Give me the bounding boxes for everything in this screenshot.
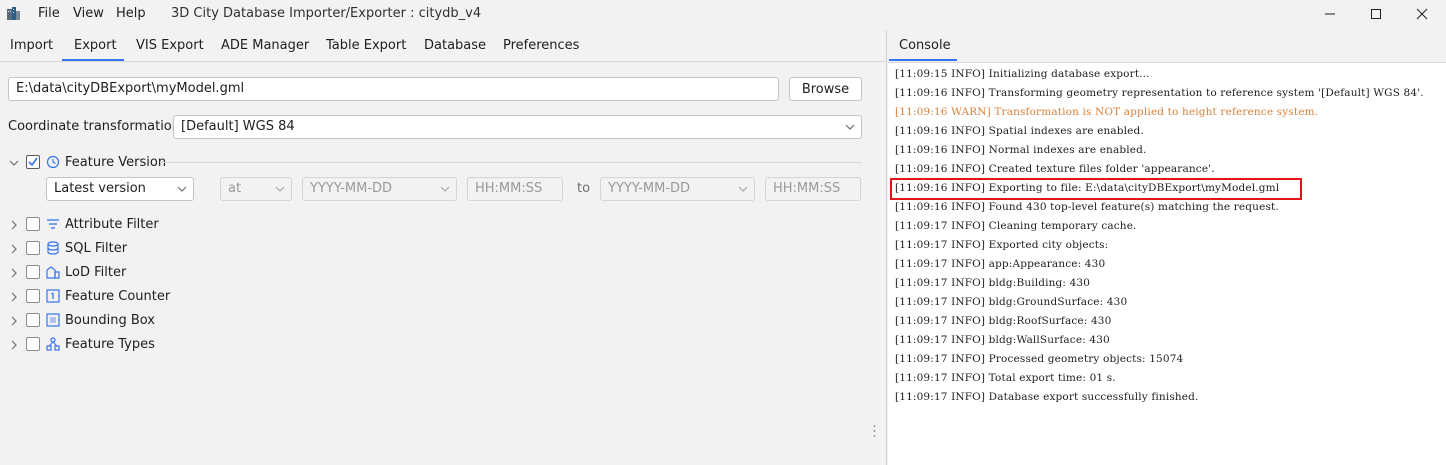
feature-version-label: Feature Version	[65, 155, 167, 170]
console-line: [11:09:17 INFO] Database export successf…	[895, 391, 1199, 403]
menu-view[interactable]: View	[73, 6, 104, 21]
console-line: [11:09:16 INFO] Transforming geometry re…	[895, 87, 1424, 99]
console-line: [11:09:17 INFO] Processed geometry objec…	[895, 353, 1184, 365]
attribute-filter-checkbox[interactable]	[26, 217, 40, 231]
coord-transformation-select[interactable]: [Default] WGS 84	[173, 115, 862, 139]
coord-transformation-value: [Default] WGS 84	[181, 119, 295, 134]
console-tab-indicator	[889, 59, 957, 61]
chevron-right-icon[interactable]	[9, 292, 19, 302]
lod-icon	[46, 266, 60, 279]
feature-types-label: Feature Types	[65, 337, 155, 352]
tab-import[interactable]: Import	[10, 38, 53, 53]
at-select-value: at	[228, 181, 242, 196]
highlight-box	[890, 178, 1302, 200]
section-divider	[160, 162, 862, 163]
console-line: [11:09:16 INFO] Normal indexes are enabl…	[895, 144, 1147, 156]
main-tabbar: Import Export VIS Export ADE Manager Tab…	[0, 30, 886, 62]
feature-types-icon	[46, 337, 60, 351]
to-label: to	[577, 181, 591, 196]
maximize-button[interactable]	[1353, 0, 1399, 28]
start-time-input[interactable]: HH:MM:SS	[467, 177, 563, 201]
tab-console[interactable]: Console	[899, 38, 951, 53]
clock-history-icon	[46, 155, 60, 169]
console-line: [11:09:17 INFO] bldg:Building: 430	[895, 277, 1091, 289]
lod-filter-checkbox[interactable]	[26, 265, 40, 279]
output-file-input[interactable]: E:\data\cityDBExport\myModel.gml	[8, 77, 779, 101]
tab-vis-export[interactable]: VIS Export	[136, 38, 204, 53]
sql-filter-label: SQL Filter	[65, 241, 128, 256]
close-icon	[1416, 8, 1428, 20]
chevron-right-icon[interactable]	[9, 316, 19, 326]
tab-export[interactable]: Export	[74, 38, 117, 53]
chevron-down-icon	[177, 186, 187, 192]
tab-preferences[interactable]: Preferences	[503, 38, 579, 53]
chevron-down-icon	[845, 124, 855, 130]
sql-filter-checkbox[interactable]	[26, 241, 40, 255]
app-icon	[7, 7, 20, 20]
coord-transformation-label: Coordinate transformation	[8, 119, 180, 134]
window-title: 3D City Database Importer/Exporter : cit…	[171, 6, 482, 21]
console-line: [11:09:17 INFO] bldg:RoofSurface: 430	[895, 315, 1112, 327]
console-line: [11:09:17 INFO] bldg:WallSurface: 430	[895, 334, 1110, 346]
panel-divider[interactable]	[886, 30, 887, 465]
menu-file[interactable]: File	[38, 6, 60, 21]
feature-counter-label: Feature Counter	[65, 289, 171, 304]
at-select[interactable]: at	[220, 177, 292, 201]
browse-button[interactable]: Browse	[789, 77, 862, 101]
menu-help[interactable]: Help	[116, 6, 146, 21]
console-line-warning: [11:09:16 WARN] Transformation is NOT ap…	[895, 106, 1319, 118]
console-line: [11:09:17 INFO] Total export time: 01 s.	[895, 372, 1116, 384]
end-date-placeholder: YYYY-MM-DD	[608, 181, 691, 196]
console-line: [11:09:15 INFO] Initializing database ex…	[895, 68, 1150, 80]
minimize-button[interactable]	[1307, 0, 1353, 28]
console-line: [11:09:17 INFO] bldg:GroundSurface: 430	[895, 296, 1128, 308]
bounding-box-label: Bounding Box	[65, 313, 156, 328]
version-select[interactable]: Latest version	[46, 177, 194, 201]
chevron-right-icon[interactable]	[9, 244, 19, 254]
end-time-input[interactable]: HH:MM:SS	[765, 177, 861, 201]
attribute-filter-label: Attribute Filter	[65, 217, 159, 232]
tab-ade-manager[interactable]: ADE Manager	[221, 38, 309, 53]
chevron-down-icon[interactable]	[9, 158, 19, 168]
feature-types-checkbox[interactable]	[26, 337, 40, 351]
console-line: [11:09:17 INFO] Cleaning temporary cache…	[895, 220, 1137, 232]
feature-counter-checkbox[interactable]	[26, 289, 40, 303]
console-line: [11:09:16 INFO] Spatial indexes are enab…	[895, 125, 1144, 137]
chevron-right-icon[interactable]	[9, 220, 19, 230]
chevron-down-icon	[275, 186, 285, 192]
console-line: [11:09:17 INFO] app:Appearance: 430	[895, 258, 1106, 270]
console-line: [11:09:17 INFO] Exported city objects:	[895, 239, 1109, 251]
counter-icon	[46, 289, 60, 303]
close-button[interactable]	[1399, 0, 1445, 28]
database-icon	[47, 241, 59, 255]
chevron-right-icon[interactable]	[9, 340, 19, 350]
title-bar: File View Help 3D City Database Importer…	[0, 0, 1446, 28]
minimize-icon	[1325, 13, 1335, 15]
chevron-down-icon	[440, 186, 450, 192]
console-line: [11:09:16 INFO] Created texture files fo…	[895, 163, 1215, 175]
start-date-placeholder: YYYY-MM-DD	[310, 181, 393, 196]
maximize-icon	[1371, 9, 1381, 19]
lod-filter-label: LoD Filter	[65, 265, 127, 280]
chevron-down-icon	[738, 186, 748, 192]
tab-database[interactable]: Database	[424, 38, 486, 53]
version-select-value: Latest version	[54, 181, 146, 196]
chevron-right-icon[interactable]	[9, 268, 19, 278]
checkmark-icon	[28, 157, 38, 167]
console-line: [11:09:16 INFO] Found 430 top-level feat…	[895, 201, 1279, 213]
bounding-box-icon	[46, 313, 60, 327]
feature-version-checkbox[interactable]	[26, 155, 40, 169]
filter-icon	[47, 219, 59, 229]
active-tab-indicator	[62, 59, 124, 61]
end-date-input[interactable]: YYYY-MM-DD	[600, 177, 755, 201]
bounding-box-checkbox[interactable]	[26, 313, 40, 327]
resize-grip-icon[interactable]	[873, 424, 876, 438]
start-date-input[interactable]: YYYY-MM-DD	[302, 177, 457, 201]
tab-table-export[interactable]: Table Export	[326, 38, 406, 53]
